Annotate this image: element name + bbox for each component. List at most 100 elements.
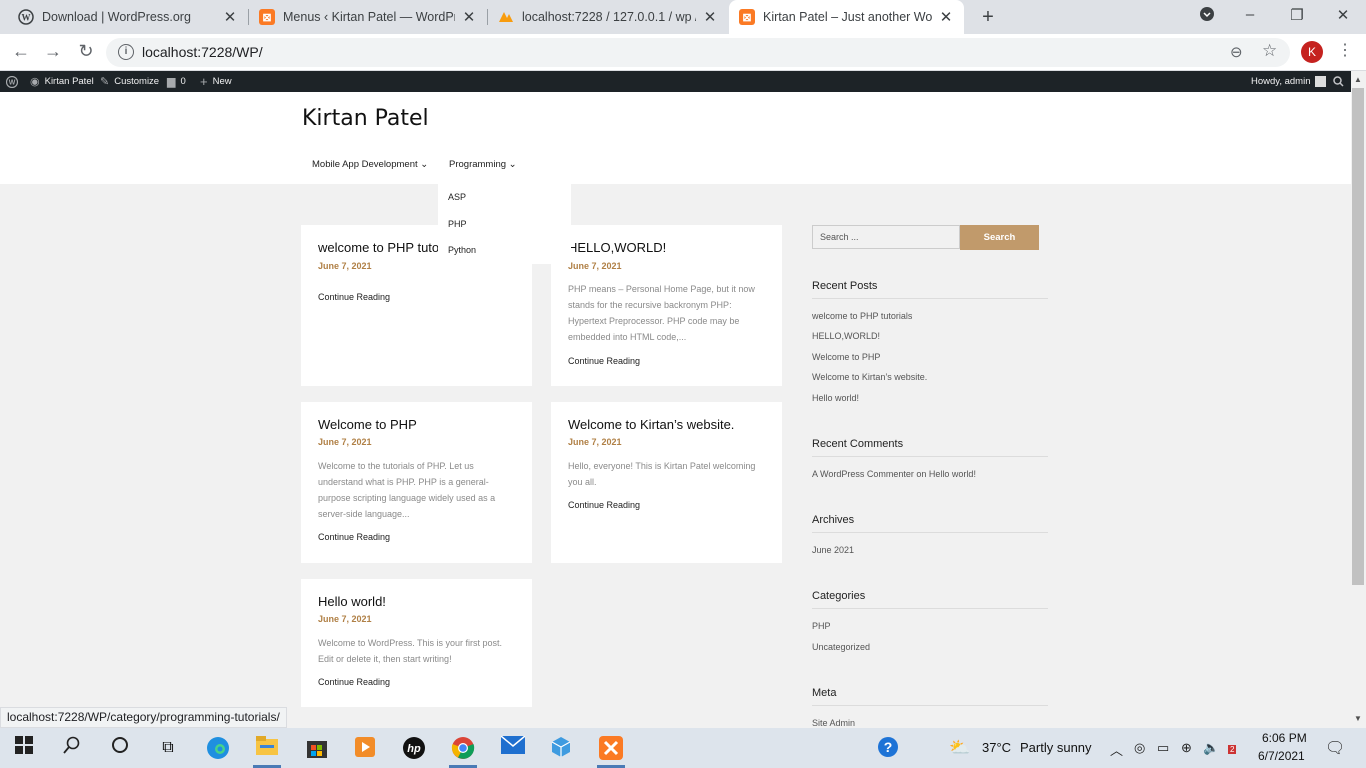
post-date[interactable]: June 7, 2021 (318, 437, 372, 447)
clock-time[interactable]: 6:06 PM (1262, 731, 1307, 745)
search-button[interactable]: Search (960, 225, 1039, 250)
admin-new[interactable]: + New (200, 71, 232, 92)
widget-title-recent-comments: Recent Comments (812, 438, 904, 450)
comment-author-link[interactable]: A WordPress Commenter (812, 469, 914, 479)
browser-tab-phpmyadmin[interactable]: localhost:7228 / 127.0.0.1 / wp / wp_ ✕ (488, 0, 728, 34)
meta-link[interactable]: Site Admin (812, 718, 855, 728)
restore-icon[interactable]: ❐ (1287, 6, 1307, 24)
admin-site-name[interactable]: ◉ Kirtan Patel (30, 71, 94, 92)
media-player-icon[interactable] (353, 736, 377, 760)
continue-reading-link[interactable]: Continue Reading (568, 356, 640, 366)
scroll-down-icon[interactable]: ▼ (1354, 714, 1362, 723)
profile-avatar[interactable]: K (1301, 41, 1323, 63)
scroll-up-icon[interactable]: ▲ (1354, 75, 1362, 84)
new-tab-icon[interactable]: + (977, 6, 999, 29)
nav-item-mobile-app-development[interactable]: Mobile App Development ⌄ (312, 159, 428, 170)
continue-reading-link[interactable]: Continue Reading (318, 677, 390, 687)
post-title[interactable]: welcome to PHP tutorials (318, 240, 438, 255)
site-title[interactable]: Kirtan Patel (302, 106, 429, 131)
xampp-icon[interactable] (599, 736, 623, 760)
task-view-icon[interactable]: ⧉ (156, 736, 180, 760)
volume-icon[interactable]: 🔈 (1203, 740, 1219, 756)
ime-icon[interactable]: 2 (1228, 740, 1237, 755)
close-window-icon[interactable]: ✕ (1333, 6, 1353, 24)
browser-tab-wordpress-org[interactable]: W Download | WordPress.org ✕ (8, 0, 248, 34)
admin-new-label: New (212, 76, 232, 87)
browser-tab-menus[interactable]: ⊠ Menus ‹ Kirtan Patel — WordPress ✕ (249, 0, 487, 34)
dropdown-item-asp[interactable]: ASP (448, 192, 466, 202)
close-tab-icon[interactable]: ✕ (222, 8, 238, 26)
reload-icon[interactable]: ↻ (75, 41, 97, 62)
recent-post-link[interactable]: Welcome to Kirtan’s website. (812, 372, 927, 382)
comment-post-link[interactable]: Hello world! (929, 469, 976, 479)
archive-link[interactable]: June 2021 (812, 545, 854, 555)
post-title[interactable]: Welcome to Kirtan’s website. (568, 417, 734, 432)
admin-comments[interactable]: ▆ 0 (167, 71, 186, 92)
admin-howdy: Howdy, admin (1251, 76, 1311, 87)
scrollbar-thumb[interactable] (1352, 88, 1364, 585)
admin-search-icon[interactable] (1333, 71, 1344, 92)
cortana-icon[interactable] (108, 736, 132, 760)
weather-icon[interactable]: ⛅ (948, 736, 972, 760)
comment-icon: ▆ (167, 76, 176, 88)
continue-reading-link[interactable]: Continue Reading (318, 292, 390, 302)
chevron-up-icon[interactable]: ︿ (1110, 740, 1123, 759)
post-date[interactable]: June 7, 2021 (568, 261, 622, 271)
post-title[interactable]: HELLO,WORLD! (568, 240, 666, 255)
site-info-icon[interactable]: i (118, 44, 134, 60)
recent-post-link[interactable]: Welcome to PHP (812, 352, 880, 362)
network-globe-icon[interactable]: ⊕ (1181, 740, 1192, 756)
weather-text[interactable]: Partly sunny (1020, 740, 1092, 755)
search-icon[interactable] (60, 736, 84, 760)
nav-item-programming[interactable]: Programming ⌄ (449, 159, 517, 170)
clock-date[interactable]: 6/7/2021 (1258, 749, 1305, 763)
continue-reading-link[interactable]: Continue Reading (318, 532, 390, 542)
post-date[interactable]: June 7, 2021 (568, 437, 622, 447)
3d-box-icon[interactable] (549, 736, 573, 760)
browser-tab-kirtan-patel[interactable]: ⊠ Kirtan Patel – Just another WordPress … (729, 0, 964, 34)
post-card: Welcome to PHP June 7, 2021 Welcome to t… (301, 402, 532, 563)
continue-reading-link[interactable]: Continue Reading (568, 500, 640, 510)
recent-post-link[interactable]: HELLO,WORLD! (812, 331, 880, 341)
hp-icon[interactable]: hp (402, 736, 426, 760)
search-input[interactable]: Search ... (812, 225, 960, 249)
wp-logo-icon[interactable]: W (6, 71, 18, 92)
weather-temp[interactable]: 37°C (982, 740, 1011, 755)
post-title[interactable]: Welcome to PHP (318, 417, 417, 432)
help-icon[interactable]: ? (876, 736, 900, 760)
edge-icon[interactable] (206, 736, 230, 760)
tab-title: Menus ‹ Kirtan Patel — WordPress (283, 10, 455, 24)
post-date[interactable]: June 7, 2021 (318, 261, 372, 271)
recent-post-link[interactable]: Hello world! (812, 393, 859, 403)
file-explorer-icon[interactable] (255, 736, 279, 760)
minimize-icon[interactable]: – (1240, 6, 1260, 23)
url-text[interactable]: localhost:7228/WP/ (142, 44, 263, 60)
zoom-icon[interactable]: ⊖ (1230, 43, 1243, 61)
mail-icon[interactable] (500, 735, 526, 760)
recent-comment: A WordPress Commenter on Hello world! (812, 469, 976, 479)
close-tab-icon[interactable]: ✕ (702, 8, 718, 26)
bookmark-star-icon[interactable]: ☆ (1262, 41, 1277, 61)
chrome-icon[interactable] (451, 736, 475, 760)
recent-post-link[interactable]: welcome to PHP tutorials (812, 311, 912, 321)
store-icon[interactable] (305, 736, 329, 760)
meet-now-icon[interactable]: ◎ (1134, 740, 1145, 756)
back-arrow-icon[interactable]: ← (10, 41, 32, 62)
dropdown-item-python[interactable]: Python (448, 245, 476, 255)
forward-arrow-icon[interactable]: → (42, 41, 64, 62)
notifications-icon[interactable]: 🗨 (1325, 738, 1345, 758)
dropdown-item-php[interactable]: PHP (448, 219, 467, 229)
post-title[interactable]: Hello world! (318, 594, 386, 609)
chrome-menu-icon[interactable]: ⋮ (1337, 40, 1353, 60)
admin-account[interactable]: Howdy, admin (1251, 71, 1326, 92)
tab-search-icon[interactable] (1197, 6, 1217, 26)
close-tab-icon[interactable]: ✕ (938, 8, 954, 26)
windows-start-icon[interactable] (12, 736, 36, 760)
post-date[interactable]: June 7, 2021 (318, 614, 372, 624)
category-link[interactable]: Uncategorized (812, 642, 870, 652)
address-bar[interactable]: i localhost:7228/WP/ ⊖ ☆ (106, 38, 1290, 67)
category-link[interactable]: PHP (812, 621, 831, 631)
admin-customize[interactable]: ✎ Customize (100, 71, 159, 92)
close-tab-icon[interactable]: ✕ (461, 8, 477, 26)
battery-icon[interactable]: ▭ (1157, 740, 1169, 756)
